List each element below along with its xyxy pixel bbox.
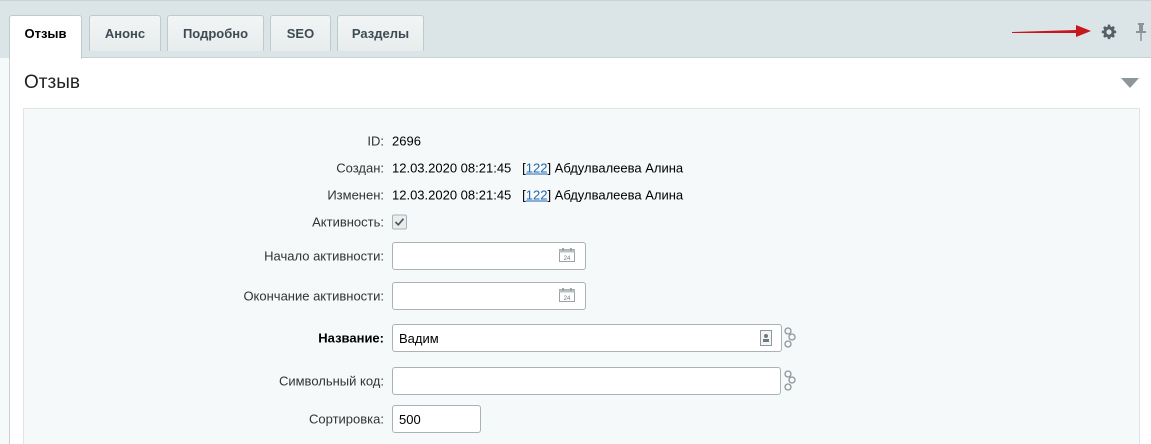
- tab-bar: Отзыв Анонс Подробно SEO Разделы: [0, 0, 1151, 59]
- row-sort: Сортировка:: [24, 405, 1141, 433]
- form-fields: ID: 2696 Создан: 12.03.2020 08:21:45 [12…: [23, 108, 1140, 444]
- created-datetime: 12.03.2020 08:21:45: [392, 160, 512, 176]
- svg-text:24: 24: [564, 296, 571, 302]
- translit-chain-icon[interactable]: [784, 370, 796, 392]
- row-name: Название:: [24, 324, 1141, 352]
- name-label: Название:: [318, 330, 384, 346]
- translit-chain-icon[interactable]: [784, 327, 796, 349]
- created-label: Создан:: [336, 160, 384, 176]
- id-value: 2696: [392, 133, 421, 149]
- gear-icon[interactable]: [1101, 24, 1117, 40]
- created-user-name: Абдулвалеева Алина: [554, 160, 684, 176]
- row-active-from: Начало активности: 24: [24, 242, 1141, 270]
- modified-value: 12.03.2020 08:21:45 [122] Абдулвалеева А…: [392, 187, 684, 203]
- modified-user-link[interactable]: 122: [526, 188, 548, 203]
- active-from-label: Начало активности:: [264, 248, 384, 264]
- pin-icon[interactable]: [1135, 23, 1147, 41]
- tab-seo[interactable]: SEO: [270, 15, 331, 51]
- row-active-to: Окончание активности: 24: [24, 282, 1141, 310]
- id-label: ID:: [367, 133, 384, 149]
- created-user-link[interactable]: 122: [526, 161, 548, 176]
- active-label: Активность:: [312, 214, 384, 230]
- svg-text:24: 24: [564, 256, 571, 262]
- name-input[interactable]: [392, 324, 782, 352]
- calendar-icon[interactable]: 24: [559, 288, 575, 302]
- active-checkbox[interactable]: [392, 214, 407, 230]
- row-modified: Изменен: 12.03.2020 08:21:45 [122] Абдул…: [24, 181, 1141, 209]
- checkmark-icon: [394, 218, 405, 226]
- tab-details[interactable]: Подробно: [167, 15, 264, 51]
- panel-title: Отзыв: [24, 72, 80, 93]
- calendar-icon[interactable]: 24: [559, 248, 575, 262]
- row-id: ID: 2696: [24, 127, 1141, 155]
- code-label: Символьный код:: [278, 373, 384, 389]
- sort-label: Сортировка:: [309, 411, 384, 427]
- red-arrow-icon: [1012, 25, 1091, 37]
- row-created: Создан: 12.03.2020 08:21:45 [122] Абдулв…: [24, 154, 1141, 182]
- modified-label: Изменен:: [327, 187, 384, 203]
- contact-card-icon[interactable]: [760, 330, 772, 346]
- form-panel: Отзыв ID: 2696 Создан: 12.03.2020 08:21:…: [9, 57, 1151, 444]
- row-code: Символьный код:: [24, 367, 1141, 395]
- code-input[interactable]: [392, 367, 781, 395]
- created-value: 12.03.2020 08:21:45 [122] Абдулвалеева А…: [392, 160, 684, 176]
- tab-review[interactable]: Отзыв: [9, 15, 82, 59]
- row-active: Активность:: [24, 208, 1141, 236]
- active-to-label: Окончание активности:: [243, 288, 384, 304]
- tab-announce[interactable]: Анонс: [89, 15, 161, 51]
- active-from-input[interactable]: [392, 242, 586, 270]
- tab-sections[interactable]: Разделы: [337, 15, 424, 51]
- sort-input[interactable]: [392, 405, 481, 433]
- edit-form-page: Отзыв Анонс Подробно SEO Разделы Отзыв I…: [0, 0, 1151, 444]
- collapse-triangle-icon[interactable]: [1121, 78, 1139, 88]
- active-to-input[interactable]: [392, 282, 586, 310]
- modified-user-name: Абдулвалеева Алина: [554, 187, 684, 203]
- modified-datetime: 12.03.2020 08:21:45: [392, 187, 512, 203]
